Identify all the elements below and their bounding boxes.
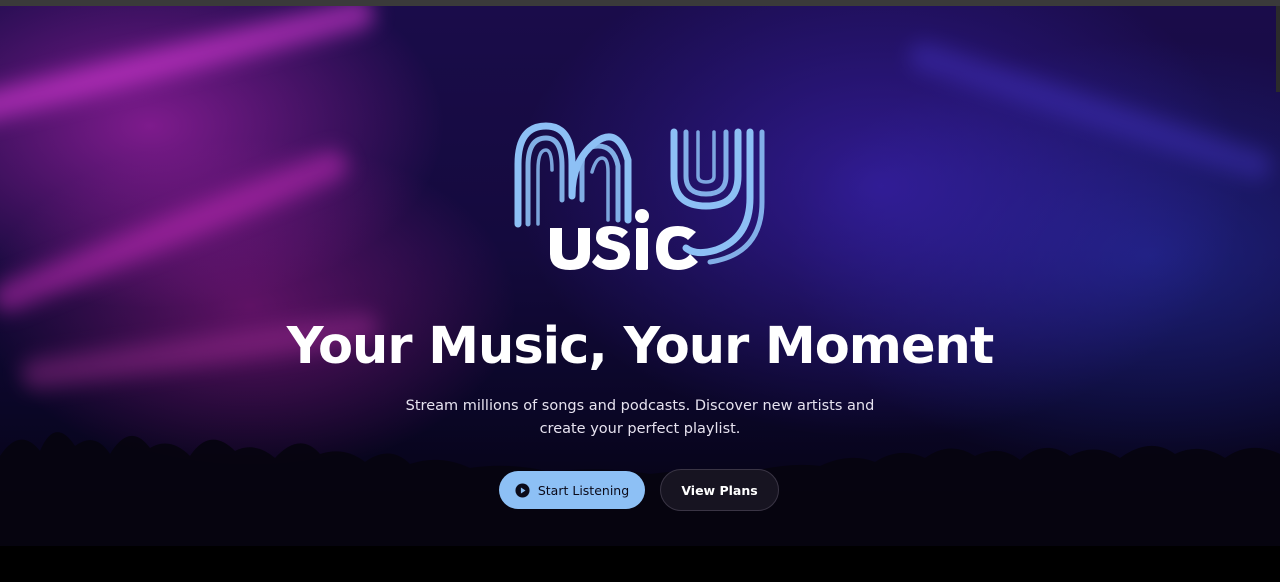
hero-section: Your Music, Your Moment Stream millions …	[0, 6, 1280, 546]
view-plans-button[interactable]: View Plans	[660, 469, 779, 511]
hero-headline: Your Music, Your Moment	[286, 317, 994, 376]
hero-subtitle: Stream millions of songs and podcasts. D…	[405, 398, 875, 437]
mymusic-logo	[514, 122, 765, 270]
start-listening-button[interactable]: Start Listening	[499, 471, 645, 509]
start-listening-label: Start Listening	[537, 482, 630, 498]
scrollbar-thumb[interactable]	[1276, 6, 1280, 92]
stage-light-beam	[904, 38, 1276, 184]
page-below-hero	[0, 546, 1280, 582]
play-circle-icon	[515, 482, 530, 498]
view-plans-label: View Plans	[681, 482, 758, 498]
stage-light-beam	[0, 6, 378, 127]
stage-light-beam	[0, 145, 352, 317]
